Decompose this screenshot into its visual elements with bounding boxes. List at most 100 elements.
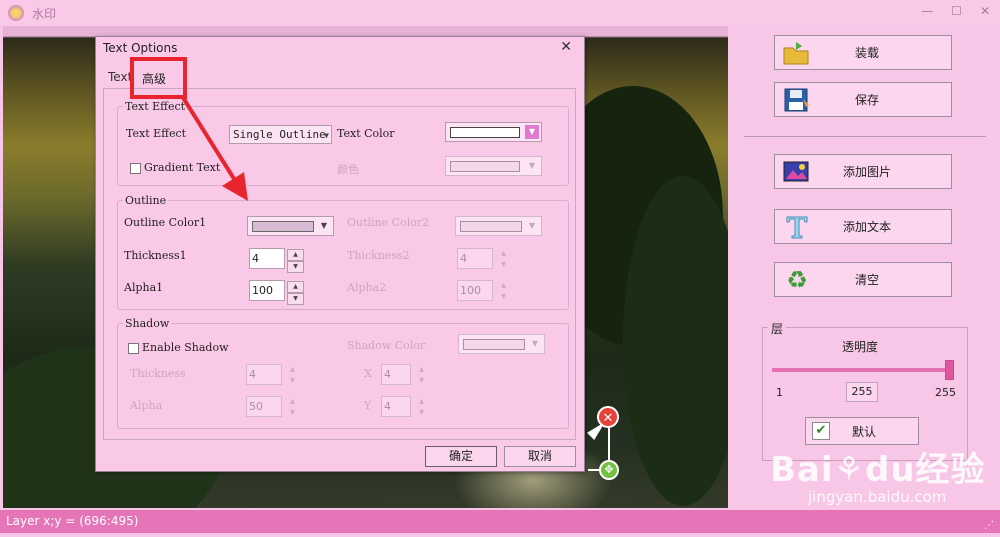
- minimize-button[interactable]: —: [921, 4, 933, 18]
- spin-down-icon[interactable]: ▼: [413, 408, 430, 419]
- folder-open-icon: [781, 39, 813, 67]
- remove-layer-icon[interactable]: ✕: [597, 406, 619, 428]
- tab-panel: Text Effect Text Effect Single Outline ▼ …: [103, 88, 576, 440]
- shadow-y-stepper[interactable]: 4 ▲ ▼: [381, 396, 424, 417]
- spin-up-icon[interactable]: ▲: [495, 281, 512, 292]
- floppy-disk-icon: [781, 86, 813, 114]
- alpha1-label: Alpha1: [124, 281, 164, 294]
- gradient-text-checkbox[interactable]: [130, 163, 141, 174]
- handle-connector: [608, 428, 610, 460]
- cancel-button[interactable]: 取消: [504, 446, 576, 467]
- spin-down-icon[interactable]: ▼: [495, 260, 512, 271]
- spin-down-icon[interactable]: ▼: [495, 292, 512, 303]
- shadow-color-swatch: [463, 338, 525, 350]
- window-controls: — ☐ ✕: [921, 4, 990, 18]
- spin-down-icon[interactable]: ▼: [287, 261, 304, 273]
- chevron-down-icon: ▼: [528, 221, 536, 230]
- spin-up-icon[interactable]: ▲: [287, 281, 304, 293]
- spin-down-icon[interactable]: ▼: [413, 376, 430, 387]
- chevron-down-icon: ▼: [324, 131, 329, 140]
- app-icon: [8, 5, 24, 21]
- shadow-x-label: X: [364, 367, 372, 380]
- text-color-label: Text Color: [337, 127, 395, 140]
- enable-shadow-label: Enable Shadow: [142, 341, 229, 354]
- load-button[interactable]: 装载: [774, 35, 952, 70]
- clear-button[interactable]: ♻ 清空: [774, 262, 952, 297]
- spin-up-icon[interactable]: ▲: [287, 249, 304, 261]
- maximize-button[interactable]: ☐: [951, 4, 962, 18]
- close-window-button[interactable]: ✕: [980, 4, 990, 18]
- spin-up-icon[interactable]: ▲: [413, 365, 430, 376]
- chevron-down-icon: ▼: [531, 339, 539, 348]
- opacity-value-field[interactable]: 255: [846, 382, 878, 402]
- alpha2-label: Alpha2: [347, 281, 387, 294]
- spin-down-icon[interactable]: ▼: [284, 376, 301, 387]
- add-image-button[interactable]: 添加图片: [774, 154, 952, 189]
- text-effect-select[interactable]: Single Outline ▼: [229, 125, 332, 144]
- ok-button[interactable]: 确定: [425, 446, 497, 467]
- shadow-color-picker[interactable]: ▼: [458, 334, 545, 354]
- dialog-title: Text Options: [103, 41, 178, 55]
- opacity-min-label: 1: [776, 386, 783, 399]
- resize-grip-icon[interactable]: ⋰: [984, 514, 994, 537]
- layer-group-title: 层: [768, 320, 787, 337]
- gradient-color-swatch: [450, 160, 520, 172]
- spin-down-icon[interactable]: ▼: [287, 293, 304, 305]
- text-effect-label: Text Effect: [126, 127, 187, 140]
- spin-up-icon[interactable]: ▲: [413, 397, 430, 408]
- window-title: 水印: [32, 6, 57, 21]
- enable-shadow-checkbox[interactable]: [128, 343, 139, 354]
- dialog-close-icon[interactable]: ✕: [560, 39, 572, 55]
- outline-color1-picker[interactable]: ▼: [247, 216, 334, 236]
- recycle-icon: ♻: [786, 265, 808, 294]
- alpha1-stepper[interactable]: 100 ▲ ▼: [249, 280, 304, 305]
- spin-up-icon[interactable]: ▲: [284, 397, 301, 408]
- text-options-dialog: Text Options ✕ Text 高级 Text Effect Text …: [95, 36, 585, 472]
- outline-color1-label: Outline Color1: [124, 216, 207, 229]
- baidu-watermark-url: jingyan.baidu.com: [808, 488, 947, 506]
- opacity-max-label: 255: [935, 386, 956, 399]
- opacity-slider-track[interactable]: [772, 368, 950, 372]
- shadow-alpha-stepper[interactable]: 50 ▲ ▼: [246, 396, 295, 417]
- thickness1-stepper[interactable]: 4 ▲ ▼: [249, 248, 304, 273]
- add-text-button[interactable]: 添加文本: [774, 209, 952, 244]
- save-button[interactable]: 保存: [774, 82, 952, 117]
- text-color-swatch: [450, 126, 520, 138]
- outline-color2-picker[interactable]: ▼: [455, 216, 542, 236]
- thickness2-stepper[interactable]: 4 ▲ ▼: [457, 248, 506, 269]
- tab-text[interactable]: Text: [108, 70, 132, 84]
- shadow-color-label: Shadow Color: [347, 339, 426, 352]
- default-button[interactable]: ✔ 默认: [805, 417, 919, 445]
- chevron-down-icon: ▼: [525, 125, 539, 139]
- spin-up-icon[interactable]: ▲: [284, 365, 301, 376]
- spin-up-icon[interactable]: ▲: [495, 249, 512, 260]
- checkmark-icon: ✔: [812, 422, 830, 440]
- layer-coordinates-text: Layer x;y = (696:495): [6, 514, 139, 528]
- gradient-color-picker[interactable]: ▼: [445, 156, 542, 176]
- spin-down-icon[interactable]: ▼: [284, 408, 301, 419]
- outline-color2-swatch: [460, 220, 522, 232]
- title-bar: 水印 — ☐ ✕: [0, 0, 1000, 26]
- annotation-highlight-box: [130, 57, 187, 99]
- text-t-icon: [781, 213, 813, 241]
- outline-color2-label: Outline Color2: [347, 216, 430, 229]
- outline-group-title: Outline: [123, 194, 169, 207]
- move-layer-icon[interactable]: ✥: [599, 460, 619, 480]
- opacity-slider-thumb[interactable]: [945, 360, 954, 380]
- alpha2-stepper[interactable]: 100 ▲ ▼: [457, 280, 506, 301]
- outline-color1-swatch: [252, 220, 314, 232]
- gradient-text-label: Gradient Text: [144, 161, 221, 174]
- status-bar: Layer x;y = (696:495) ⋰: [0, 510, 1000, 533]
- text-color-picker[interactable]: ▼: [445, 122, 542, 142]
- baidu-watermark-logo: Bai⚘du经验: [770, 450, 986, 490]
- shadow-x-stepper[interactable]: 4 ▲ ▼: [381, 364, 424, 385]
- picture-icon: [781, 158, 813, 186]
- chevron-down-icon: ▼: [528, 161, 536, 170]
- thickness1-label: Thickness1: [124, 249, 187, 262]
- shadow-thickness-stepper[interactable]: 4 ▲ ▼: [246, 364, 295, 385]
- shadow-group-title: Shadow: [123, 317, 172, 330]
- text-effect-group-title: Text Effect: [123, 100, 188, 113]
- shadow-y-label: Y: [364, 399, 372, 412]
- right-panel: 装载 保存 添加图片 添加文本 ♻ 清空 层 透明度 1 255 255 ✔ 默…: [732, 26, 1000, 510]
- panel-divider: [744, 136, 986, 137]
